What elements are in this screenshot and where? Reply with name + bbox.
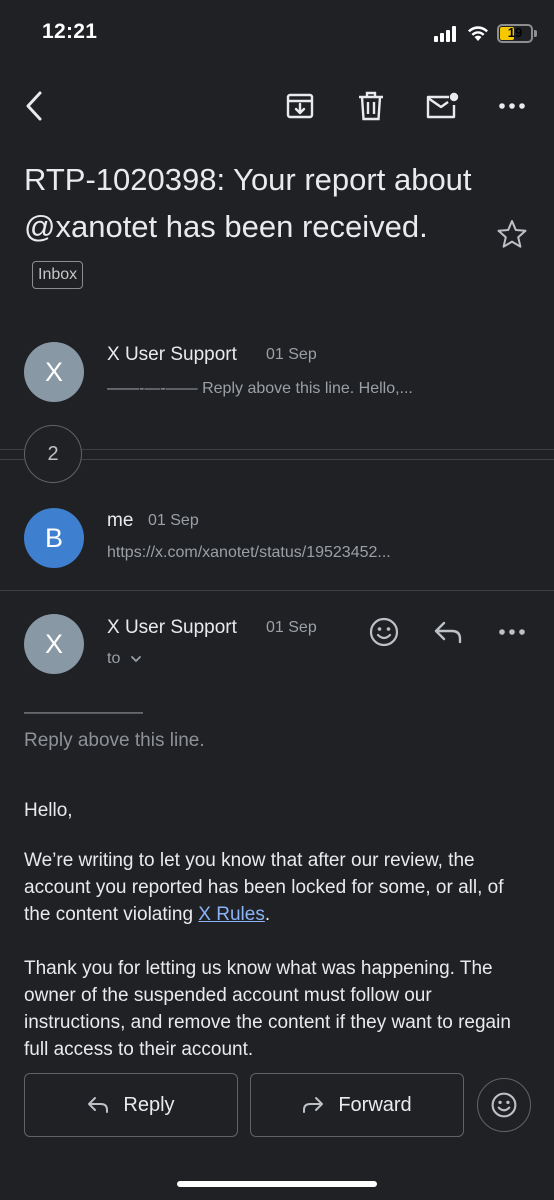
x-rules-link[interactable]: X Rules bbox=[198, 904, 265, 925]
add-reaction-icon[interactable] bbox=[364, 612, 404, 652]
collapsed-messages-count[interactable]: 2 bbox=[24, 425, 82, 483]
cellular-signal-icon bbox=[434, 26, 456, 42]
chevron-down-icon bbox=[131, 656, 142, 663]
battery-indicator: 19 bbox=[497, 24, 533, 43]
avatar: B bbox=[24, 508, 84, 568]
forward-arrow-icon bbox=[303, 1097, 324, 1113]
reply-icon[interactable] bbox=[428, 612, 468, 652]
archive-icon[interactable] bbox=[280, 86, 320, 126]
battery-level: 19 bbox=[507, 25, 523, 40]
reply-above-line: Reply above this line. bbox=[24, 730, 205, 751]
body-paragraph-1: We’re writing to let you know that after… bbox=[24, 847, 534, 928]
emoji-icon bbox=[491, 1092, 517, 1118]
message-date: 01 Sep bbox=[148, 512, 199, 529]
collapsed-divider-top bbox=[0, 449, 554, 450]
message-row-1[interactable]: X X User Support 01 Sep ——-—-—— Reply ab… bbox=[0, 336, 554, 416]
delete-icon[interactable] bbox=[351, 86, 391, 126]
message-snippet: ——-—-—— Reply above this line. Hello,... bbox=[107, 380, 413, 397]
paragraph-text-end: . bbox=[264, 904, 271, 925]
wifi-icon bbox=[468, 26, 488, 41]
email-subject: RTP-1020398: Your report about @xanotet … bbox=[24, 156, 474, 297]
forward-label: Forward bbox=[338, 1093, 412, 1116]
recipient-label: to bbox=[107, 650, 121, 667]
reply-label: Reply bbox=[123, 1093, 175, 1116]
reply-separator: ——————— bbox=[24, 702, 143, 721]
sender-name: X User Support bbox=[107, 617, 237, 638]
avatar-letter: X bbox=[44, 628, 63, 659]
inbox-label-chip[interactable]: Inbox bbox=[32, 261, 84, 289]
forward-button[interactable]: Forward bbox=[250, 1073, 464, 1137]
message-date: 01 Sep bbox=[266, 346, 317, 363]
message-date: 01 Sep bbox=[266, 619, 317, 636]
reply-arrow-icon bbox=[88, 1097, 109, 1113]
more-options-icon[interactable] bbox=[492, 86, 532, 126]
avatar: X bbox=[24, 342, 84, 402]
avatar-letter: X bbox=[44, 356, 63, 387]
sender-name: X User Support bbox=[107, 344, 237, 365]
avatar: X bbox=[24, 614, 84, 674]
body-fade bbox=[0, 1055, 554, 1075]
greeting: Hello, bbox=[24, 800, 73, 821]
body-paragraph-2: Thank you for letting us know what was h… bbox=[24, 958, 511, 1060]
reply-button[interactable]: Reply bbox=[24, 1073, 238, 1137]
emoji-reaction-button[interactable] bbox=[477, 1078, 531, 1132]
subject-text: RTP-1020398: Your report about @xanotet … bbox=[24, 162, 472, 244]
avatar-letter: B bbox=[44, 522, 63, 553]
recipient-details-toggle[interactable]: to bbox=[107, 650, 142, 668]
mark-unread-icon[interactable] bbox=[422, 86, 462, 126]
status-time: 12:21 bbox=[42, 20, 98, 43]
home-indicator bbox=[177, 1181, 377, 1187]
message-row-2[interactable]: B me 01 Sep https://x.com/xanotet/status… bbox=[0, 500, 554, 580]
battery-cap bbox=[534, 30, 537, 37]
back-arrow-icon[interactable] bbox=[14, 86, 54, 126]
message-more-icon[interactable] bbox=[492, 612, 532, 652]
message-snippet: https://x.com/xanotet/status/19523452... bbox=[107, 544, 391, 561]
message-divider bbox=[0, 590, 554, 591]
star-icon[interactable] bbox=[496, 218, 528, 255]
collapsed-divider-bottom bbox=[0, 459, 554, 460]
sender-name: me bbox=[107, 510, 134, 531]
